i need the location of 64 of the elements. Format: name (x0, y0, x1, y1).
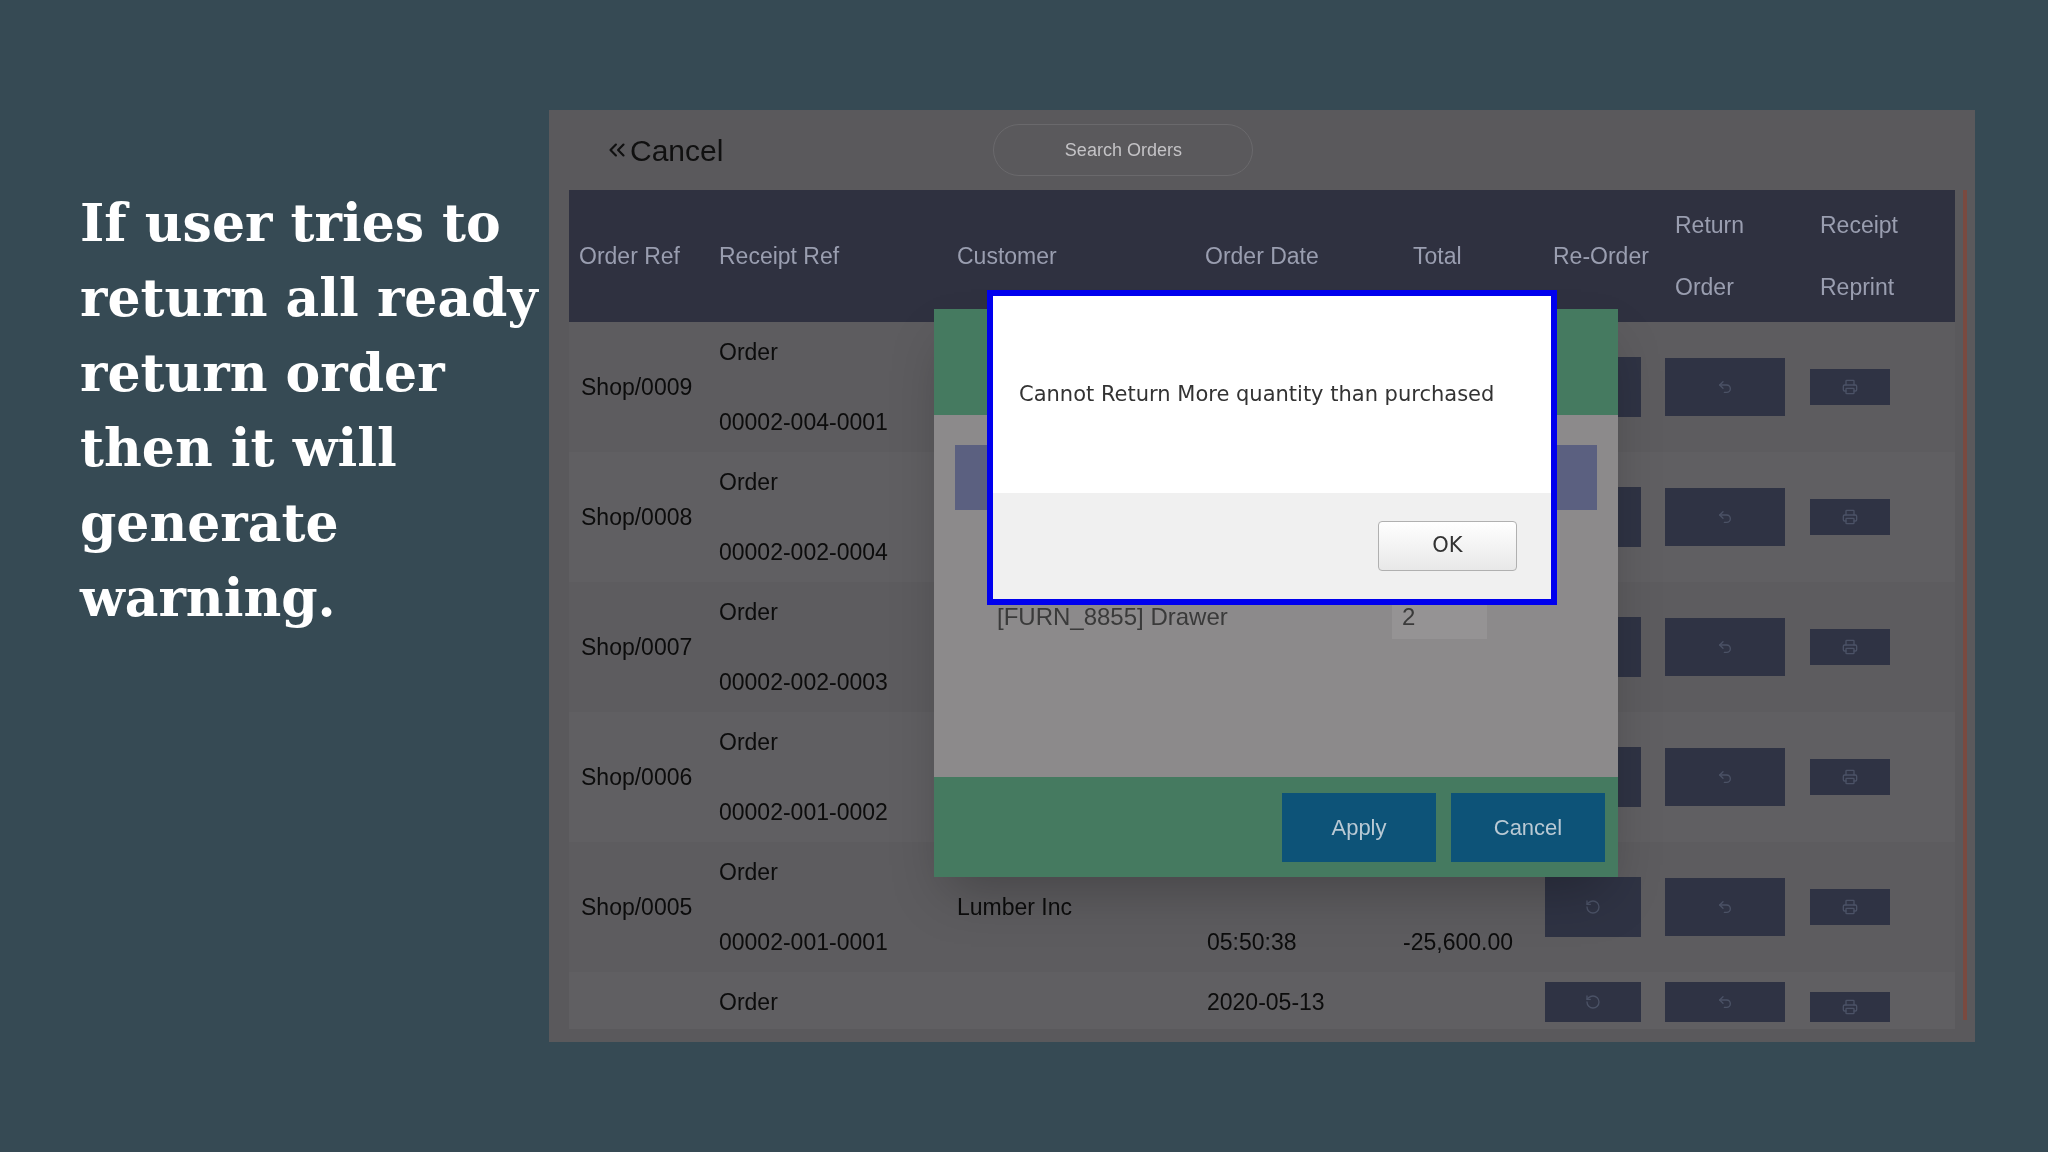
reorder-icon (1585, 899, 1601, 915)
return-order-button[interactable] (1665, 618, 1785, 676)
printer-icon (1842, 769, 1858, 785)
alert-message: Cannot Return More quantity than purchased (1019, 380, 1495, 408)
return-order-button[interactable] (1665, 878, 1785, 936)
print-button[interactable] (1810, 369, 1890, 405)
return-icon (1717, 379, 1733, 395)
print-button[interactable] (1810, 499, 1890, 535)
receipt-ref-cell-text: Order (719, 338, 779, 367)
return-order-button[interactable] (1665, 488, 1785, 546)
return-icon (1717, 509, 1733, 525)
column-header: Receipt Ref (719, 242, 841, 271)
printer-icon (1842, 509, 1858, 525)
order-ref-cell-text: Shop/0009 (581, 373, 693, 402)
order-ref-cell-text: Shop/0005 (581, 893, 693, 922)
receipt-ref-cell-text: 00002-002-0003 (719, 668, 889, 697)
column-header: Order Ref (579, 242, 681, 271)
back-button[interactable]: Cancel (604, 127, 724, 173)
reorder-button[interactable] (1545, 982, 1641, 1022)
return-order-button[interactable] (1665, 358, 1785, 416)
printer-icon (1842, 639, 1858, 655)
return-order-button[interactable] (1665, 748, 1785, 806)
return-order-button[interactable] (1665, 982, 1785, 1022)
reorder-icon (1585, 994, 1601, 1010)
return-icon (1717, 994, 1733, 1010)
receipt-ref-cell-text: 00002-004-0001 (719, 408, 889, 437)
return-icon (1717, 639, 1733, 655)
slide-caption: If user tries to return all ready return order then it will generate warning. (80, 191, 539, 630)
receipt-ref-cell-text: 00002-001-0001 (719, 928, 889, 957)
column-header: Customer (957, 242, 1058, 271)
receipt-ref-cell-text: 00002-001-0002 (719, 798, 889, 827)
column-header: Total (1413, 242, 1463, 271)
reorder-button[interactable] (1545, 877, 1641, 937)
apply-button[interactable]: Apply (1282, 792, 1436, 862)
column-header: Receipt Reprint (1820, 211, 1899, 302)
order-ref-cell-text: Shop/0006 (581, 763, 693, 792)
receipt-ref-cell-text: Order (719, 858, 779, 887)
print-button[interactable] (1810, 992, 1890, 1022)
column-header: Order Date (1205, 242, 1320, 271)
ok-button[interactable]: OK (1378, 521, 1517, 571)
order-date-cell-text: 2020-05-13 (1207, 988, 1326, 1017)
print-button[interactable] (1810, 889, 1890, 925)
column-header: Re-Order (1553, 242, 1650, 271)
search-field[interactable]: Search Orders (993, 124, 1254, 176)
print-button[interactable] (1810, 629, 1890, 665)
cancel-button[interactable]: Cancel (1451, 792, 1605, 862)
printer-icon (1842, 899, 1858, 915)
order-time-cell-text: 05:50:38 (1207, 928, 1298, 957)
print-button[interactable] (1810, 759, 1890, 795)
receipt-ref-cell-text: 00002-002-0004 (719, 538, 889, 567)
receipt-ref-cell-text: Order (719, 988, 779, 1017)
printer-icon (1842, 999, 1858, 1015)
order-ref-cell-text: Shop/0007 (581, 633, 693, 662)
return-icon (1717, 769, 1733, 785)
order-ref-cell-text: Shop/0008 (581, 503, 693, 532)
column-header: Return Order (1675, 211, 1746, 302)
return-icon (1717, 899, 1733, 915)
receipt-ref-cell-text: Order (719, 468, 779, 497)
printer-icon (1842, 379, 1858, 395)
receipt-ref-cell-text: Order (719, 598, 779, 627)
product-cell-text: [FURN_8855] Drawer (997, 601, 1229, 632)
receipt-ref-cell-text: Order (719, 728, 779, 757)
customer-cell-text: Lumber Inc (957, 893, 1073, 922)
total-cell-text: -25,600.00 (1403, 928, 1514, 957)
